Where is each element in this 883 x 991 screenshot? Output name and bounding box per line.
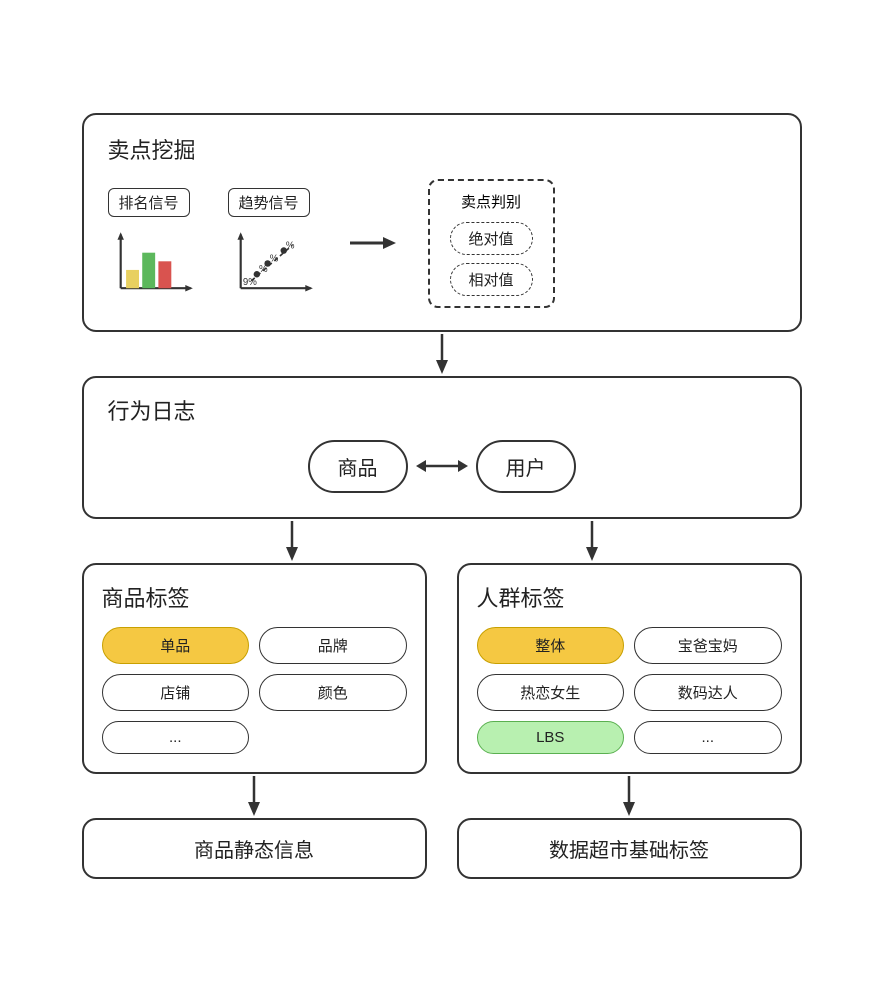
user-pill: 用户 [476,440,576,493]
arrow-source-product [82,774,427,818]
tag-overall: 整体 [477,627,625,664]
tag-brand: 品牌 [259,627,407,664]
maidian-judge-box: 卖点判别 绝对值 相对值 [428,179,555,308]
product-tag-title: 商品标签 [102,581,407,613]
main-diagram: 卖点挖掘 排名信号 [32,113,852,879]
tag-digital: 数码达人 [634,674,782,711]
source-crowd-box: 数据超市基础标签 [457,818,802,879]
product-tag-grid: 单品 品牌 店铺 颜色 ... [102,627,407,754]
tag-shop: 店铺 [102,674,250,711]
crowd-tag-box: 人群标签 整体 宝爸宝妈 热恋女生 数码达人 LBS ... [457,563,802,774]
source-row: 商品静态信息 数据超市基础标签 [82,818,802,879]
source-crowd-label: 数据超市基础标签 [549,840,709,862]
ranking-signal-block: 排名信号 [108,188,198,299]
tag-etc2: ... [634,721,782,754]
ranking-signal-label: 排名信号 [108,188,190,217]
product-pill: 商品 [308,440,408,493]
crowd-tag-title: 人群标签 [477,581,782,613]
crowd-tag-grid: 整体 宝爸宝妈 热恋女生 数码达人 LBS ... [477,627,782,754]
source-product-label: 商品静态信息 [194,840,314,862]
tag-love-girl: 热恋女生 [477,674,625,711]
maidian-title: 卖点挖掘 [108,133,776,165]
judge-relative: 相对值 [450,263,533,296]
source-product-box: 商品静态信息 [82,818,427,879]
trend-signal-label: 趋势信号 [228,188,310,217]
arrow-maidian-to-xingwei [82,332,802,376]
product-tag-box: 商品标签 单品 品牌 店铺 颜色 ... [82,563,427,774]
judge-absolute: 绝对值 [450,222,533,255]
bottom-tag-row: 商品标签 单品 品牌 店铺 颜色 ... 人群标签 整体 宝爸宝妈 热恋女生 数… [82,563,802,774]
xingwei-box: 行为日志 商品 用户 [82,376,802,519]
tag-baobao: 宝爸宝妈 [634,627,782,664]
right-arrow [348,228,398,258]
xingwei-title: 行为日志 [108,394,776,426]
svg-text:9%: 9% [242,277,256,288]
source-arrows-row [82,774,802,818]
arrow-source-crowd [457,774,802,818]
judge-title: 卖点判别 [450,191,533,212]
double-arrow [408,451,476,481]
tag-etc: ... [102,721,250,754]
tag-color: 颜色 [259,674,407,711]
bar-chart [108,229,198,299]
scatter-chart: % % % 9% [228,229,318,299]
xingwei-content: 商品 用户 [108,440,776,493]
tag-single: 单品 [102,627,250,664]
maidian-content: 排名信号 [108,179,776,308]
trend-signal-block: 趋势信号 % % [228,188,318,299]
tag-lbs: LBS [477,721,625,754]
xingwei-split-arrows [82,519,802,563]
maidian-box: 卖点挖掘 排名信号 [82,113,802,332]
